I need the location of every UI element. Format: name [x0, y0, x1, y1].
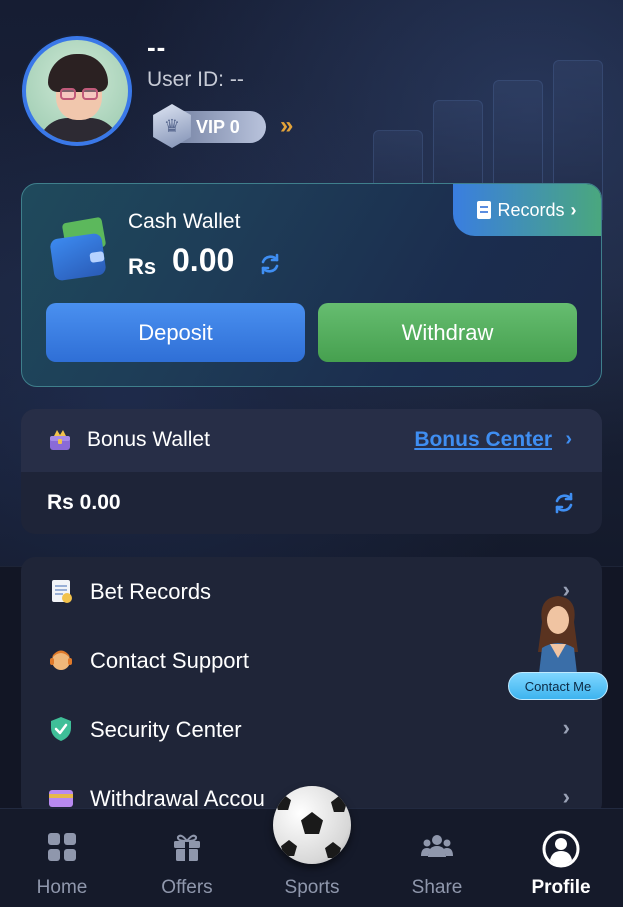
cash-currency: Rs: [128, 254, 157, 279]
refresh-icon[interactable]: [552, 491, 576, 515]
wallet-icon: [49, 216, 112, 282]
double-chevron-icon[interactable]: »: [280, 112, 294, 140]
bonus-wallet-card: Bonus Wallet Bonus Center › Rs 0.00: [21, 409, 602, 534]
nav-share[interactable]: Share: [375, 809, 499, 907]
user-id: User ID: --: [147, 68, 244, 91]
contact-me-button[interactable]: Contact Me: [508, 672, 608, 700]
soccer-ball-icon[interactable]: [273, 786, 351, 864]
withdraw-button[interactable]: Withdraw: [318, 303, 577, 362]
support-avatar-image: [538, 596, 578, 682]
chevron-right-icon: ›: [562, 715, 570, 740]
nav-offers[interactable]: Offers: [125, 809, 249, 907]
contact-me-widget[interactable]: Contact Me: [508, 592, 610, 702]
nav-label: Offers: [161, 877, 213, 898]
bonus-center-link[interactable]: Bonus Center: [414, 428, 552, 452]
avatar[interactable]: [22, 36, 132, 146]
bonus-wallet-title: Bonus Wallet: [87, 428, 210, 451]
cash-balance: 0.00: [172, 242, 235, 278]
menu-label: Security Center: [90, 717, 242, 742]
menu-label: Contact Support: [90, 648, 249, 673]
document-icon: [477, 201, 492, 219]
users-icon: [421, 835, 453, 857]
nav-label: Home: [36, 877, 88, 898]
profile-icon: [542, 830, 580, 868]
nav-label: Share: [411, 877, 463, 898]
refresh-icon[interactable]: [258, 252, 282, 276]
records-button[interactable]: Records ›: [453, 184, 601, 236]
menu-label: Bet Records: [90, 579, 212, 604]
deposit-button[interactable]: Deposit: [46, 303, 305, 362]
cash-wallet-card: Records › Cash Wallet Rs 0.00 Deposit Wi…: [21, 183, 602, 387]
bonus-balance: Rs 0.00: [47, 491, 121, 514]
shield-icon: [51, 717, 71, 741]
vip-label: VIP 0: [196, 116, 240, 137]
home-grid-icon: [48, 833, 76, 861]
treasure-chest-icon: [50, 430, 70, 450]
nav-label: Sports: [284, 877, 340, 898]
nav-profile[interactable]: Profile: [499, 809, 623, 907]
chevron-right-icon: ›: [562, 784, 570, 809]
bonus-wallet-header: Bonus Wallet Bonus Center ›: [21, 409, 602, 472]
menu-item-security-center[interactable]: Security Center ›: [21, 699, 602, 759]
username: --: [147, 32, 167, 62]
nav-label: Profile: [531, 877, 591, 898]
records-label: Records: [497, 199, 565, 220]
nav-home[interactable]: Home: [0, 809, 124, 907]
gift-icon: [174, 834, 200, 861]
chevron-right-icon: ›: [570, 199, 577, 220]
support-agent-icon: [50, 650, 72, 670]
cash-wallet-title: Cash Wallet: [128, 210, 241, 233]
receipt-icon: [52, 580, 72, 603]
chevron-right-icon[interactable]: ›: [565, 428, 572, 451]
